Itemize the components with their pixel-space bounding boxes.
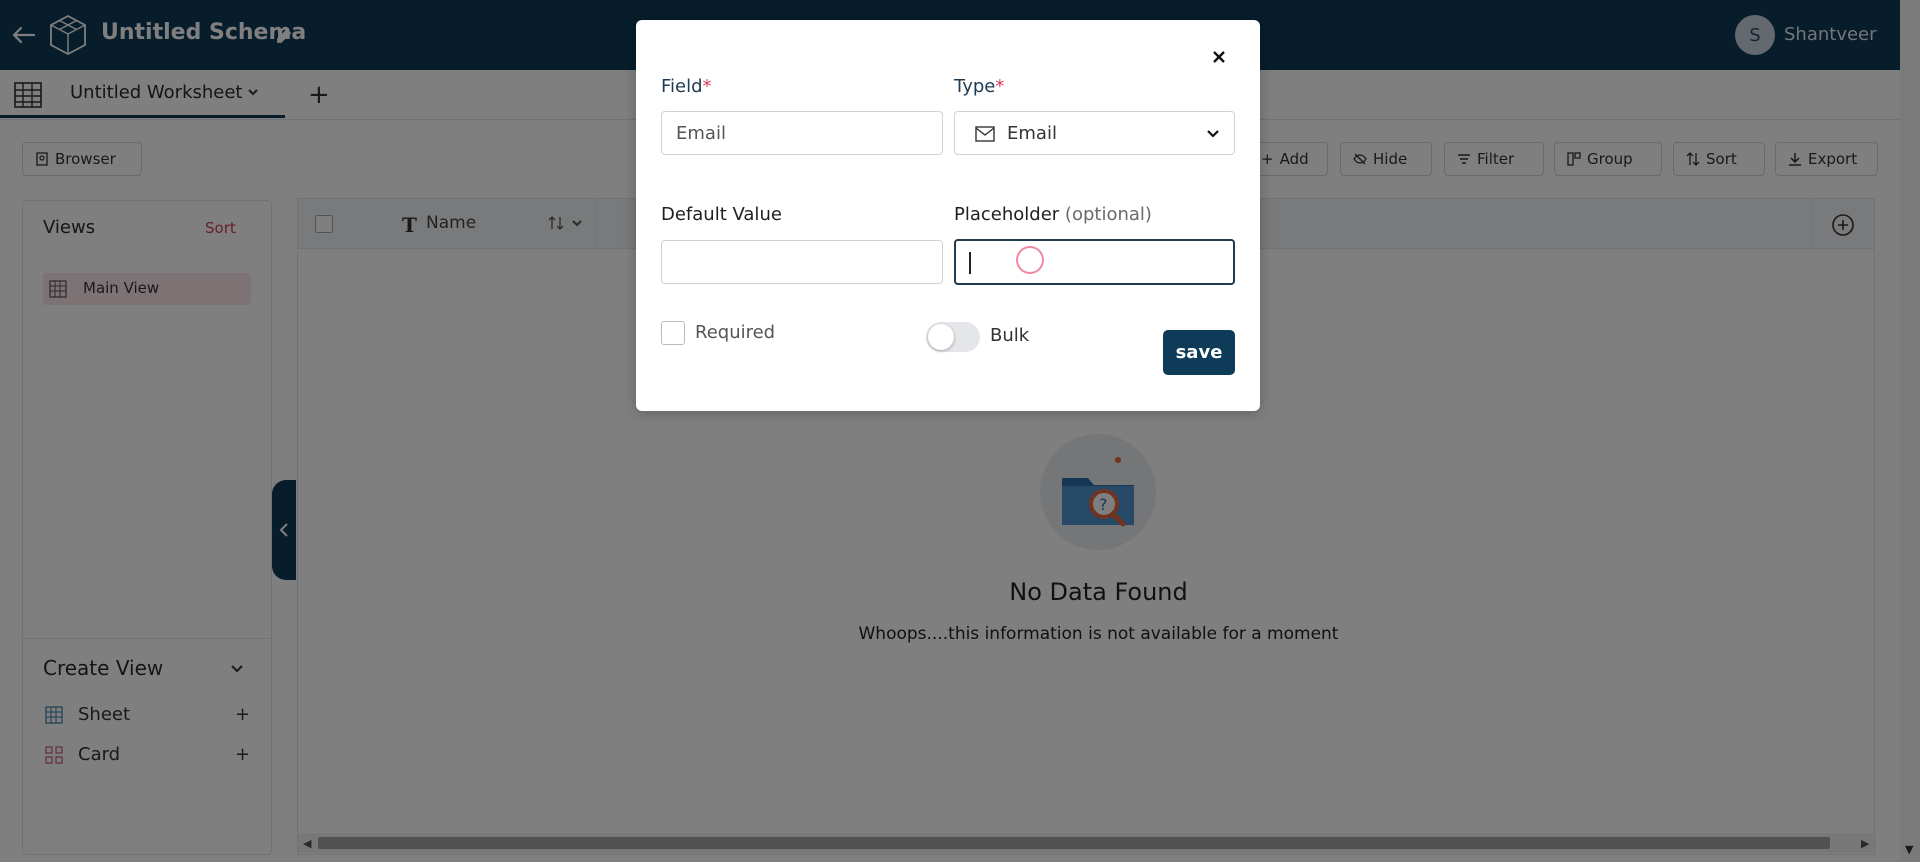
close-icon[interactable]	[1210, 48, 1228, 66]
click-indicator	[1016, 246, 1044, 274]
add-field-dialog: Field* Type* Email Default Value Placeho…	[636, 20, 1260, 411]
required-label: Required	[695, 322, 776, 343]
field-label: Field*	[661, 76, 712, 97]
default-value-label: Default Value	[661, 204, 782, 225]
required-checkbox[interactable]	[661, 321, 685, 345]
placeholder-input[interactable]	[954, 239, 1235, 285]
placeholder-label: Placeholder (optional)	[954, 204, 1152, 225]
type-select[interactable]: Email	[954, 111, 1235, 155]
bulk-label: Bulk	[990, 325, 1030, 346]
type-label: Type*	[954, 76, 1005, 97]
text-cursor	[969, 252, 971, 274]
type-select-value: Email	[1007, 123, 1057, 144]
chevron-down-icon	[1207, 130, 1219, 138]
envelope-icon	[975, 126, 995, 142]
toggle-knob	[928, 324, 954, 350]
bulk-toggle[interactable]	[926, 322, 980, 352]
default-value-input[interactable]	[661, 240, 943, 284]
field-name-input[interactable]	[661, 111, 943, 155]
save-button[interactable]: save	[1163, 330, 1235, 375]
